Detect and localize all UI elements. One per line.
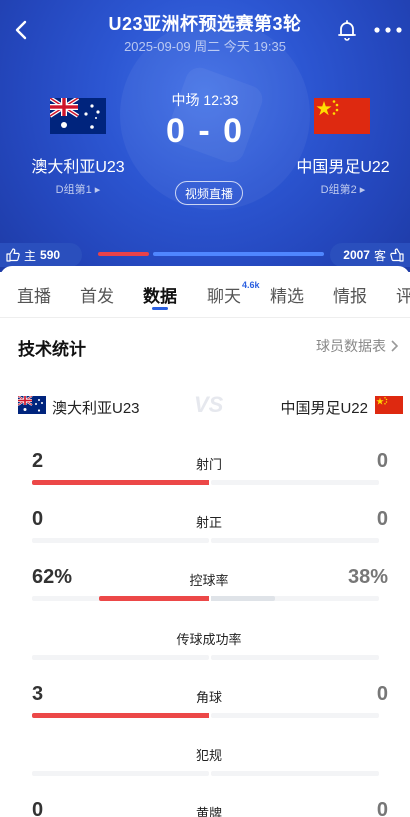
stat-row: 犯规 [0,741,410,799]
home-support-fill [98,252,149,256]
chat-count-badge: 4.6k [242,280,260,290]
stat-home-bar-track [32,771,209,776]
stat-away-value: 38% [347,566,388,588]
stat-home-bar-track [32,713,209,718]
thumbs-up-icon [390,248,404,262]
stat-away-bar-track [211,480,379,485]
more-icon[interactable] [372,17,404,43]
chevron-right-icon [390,340,398,352]
bell-icon[interactable] [334,17,360,43]
tab-divider [0,317,410,318]
video-live-button[interactable]: 视频直播 [175,181,243,205]
thumbs-up-icon [6,248,20,262]
stat-away-bar-track [211,655,379,660]
away-support-count: 2007 [343,248,370,262]
home-support-label: 主 [24,248,37,263]
stat-away-bar-fill [211,596,275,601]
away-support-button[interactable]: 2007 客 [330,243,410,267]
tab-live[interactable]: 直播 [17,282,51,307]
stat-home-bar-track [32,538,209,543]
tab-stats[interactable]: 数据 [143,282,177,307]
svg-text:VS: VS [194,392,224,417]
support-ratio-track [98,252,324,256]
stat-home-bar-fill [99,596,209,601]
stat-label: 射门 [195,457,222,472]
stat-away-value: 0 [376,799,388,817]
match-score: 0 - 0 [165,112,245,150]
stat-away-value: 0 [376,508,388,530]
stat-away-bar-track [211,771,379,776]
content-sheet: 直播 首发 数据 聊天 4.6k 精选 情报 评 技术统计 球员数据表 澳大利亚… [0,266,410,817]
stat-home-bar-fill [32,713,209,718]
away-team-legend: 中国男足U22 [280,400,368,417]
away-support-fill [153,252,324,256]
stat-label: 犯规 [195,748,222,763]
stat-away-bar-track [211,538,379,543]
stat-bar-background [32,771,209,776]
stat-bar-background [211,538,379,543]
tab-comments[interactable]: 评 [396,282,410,307]
stat-row: 传球成功率 [0,625,410,683]
player-stats-link-label: 球员数据表 [316,338,386,354]
stat-home-bar-track [32,655,209,660]
home-support-button[interactable]: 主 590 [0,243,82,267]
match-header: U23亚洲杯预选赛第3轮 2025-09-09 周二 今天 19:35 中场 1… [0,0,410,272]
away-team-name[interactable]: 中国男足U22 [278,153,408,177]
vs-icon: VS [192,390,228,418]
home-team-group-rank[interactable]: D组第1 ▸ [13,181,143,197]
match-status: 中场 12:33 [171,92,239,108]
away-support-label: 客 [373,248,386,263]
stat-label: 传球成功率 [176,632,242,647]
stat-label: 角球 [195,690,222,705]
stat-bar-background [211,480,379,485]
tab-chat[interactable]: 聊天 [207,282,241,307]
away-team-group-rank[interactable]: D组第2 ▸ [278,181,408,197]
stat-label: 黄牌 [195,806,222,817]
stat-row: 0 黄牌 0 [0,799,410,817]
stat-bar-background [211,655,379,660]
china-flag [375,396,403,414]
stat-row: 2 射门 0 [0,450,410,508]
stat-home-bar-track [32,596,209,601]
home-team-legend: 澳大利亚U23 [52,400,140,417]
stat-away-value: 0 [376,450,388,472]
tab-bar: 直播 首发 数据 聊天 4.6k 精选 情报 评 [0,266,410,318]
stat-row: 62% 控球率 38% [0,566,410,624]
home-team-name[interactable]: 澳大利亚U23 [13,153,143,177]
stat-home-bar-track [32,480,209,485]
section-title: 技术统计 [18,340,86,359]
home-support-count: 590 [40,248,61,262]
stat-bar-background [32,538,209,543]
stat-away-value: 0 [376,683,388,705]
stat-home-bar-fill [32,480,209,485]
stat-bar-background [211,771,379,776]
player-stats-link[interactable]: 球员数据表 [316,336,398,356]
australia-flag [18,396,46,414]
tab-highlights[interactable]: 精选 [270,282,304,307]
stat-bar-background [211,713,379,718]
stat-row: 0 射正 0 [0,508,410,566]
active-tab-indicator [152,307,168,310]
stat-label: 射正 [195,515,222,530]
tab-lineup[interactable]: 首发 [80,282,114,307]
tab-intel[interactable]: 情报 [333,282,367,307]
stat-row: 3 角球 0 [0,683,410,741]
stat-away-bar-track [211,713,379,718]
stat-away-bar-track [211,596,379,601]
stat-bar-background [32,655,209,660]
